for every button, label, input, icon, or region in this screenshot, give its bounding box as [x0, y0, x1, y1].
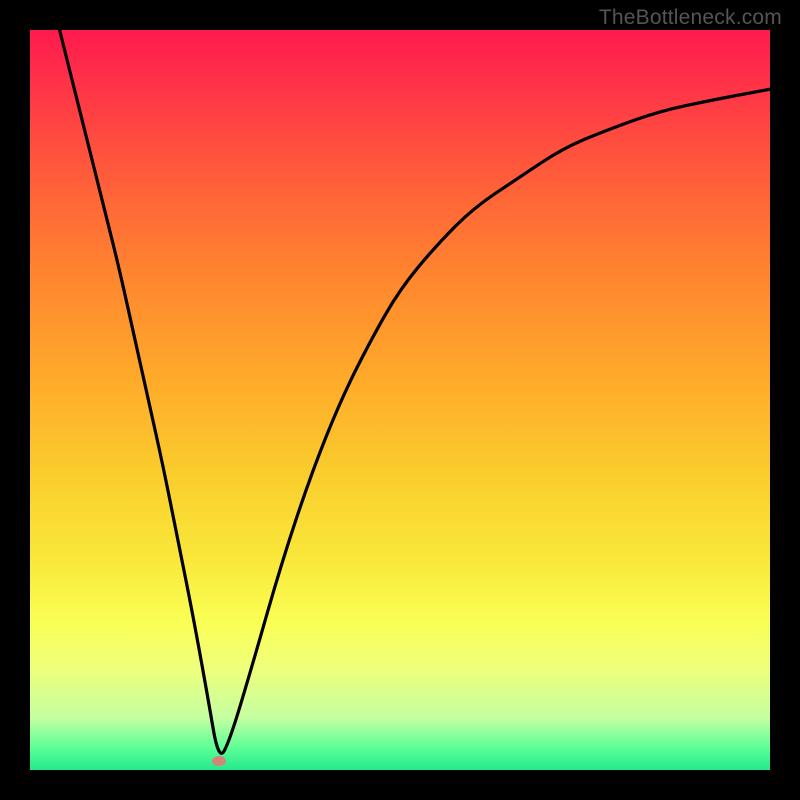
plot-area	[30, 30, 770, 770]
chart-frame: TheBottleneck.com	[0, 0, 800, 800]
bottleneck-curve	[60, 30, 770, 753]
curve-svg	[30, 30, 770, 770]
watermark-text: TheBottleneck.com	[599, 6, 782, 30]
minimum-marker	[212, 756, 226, 766]
